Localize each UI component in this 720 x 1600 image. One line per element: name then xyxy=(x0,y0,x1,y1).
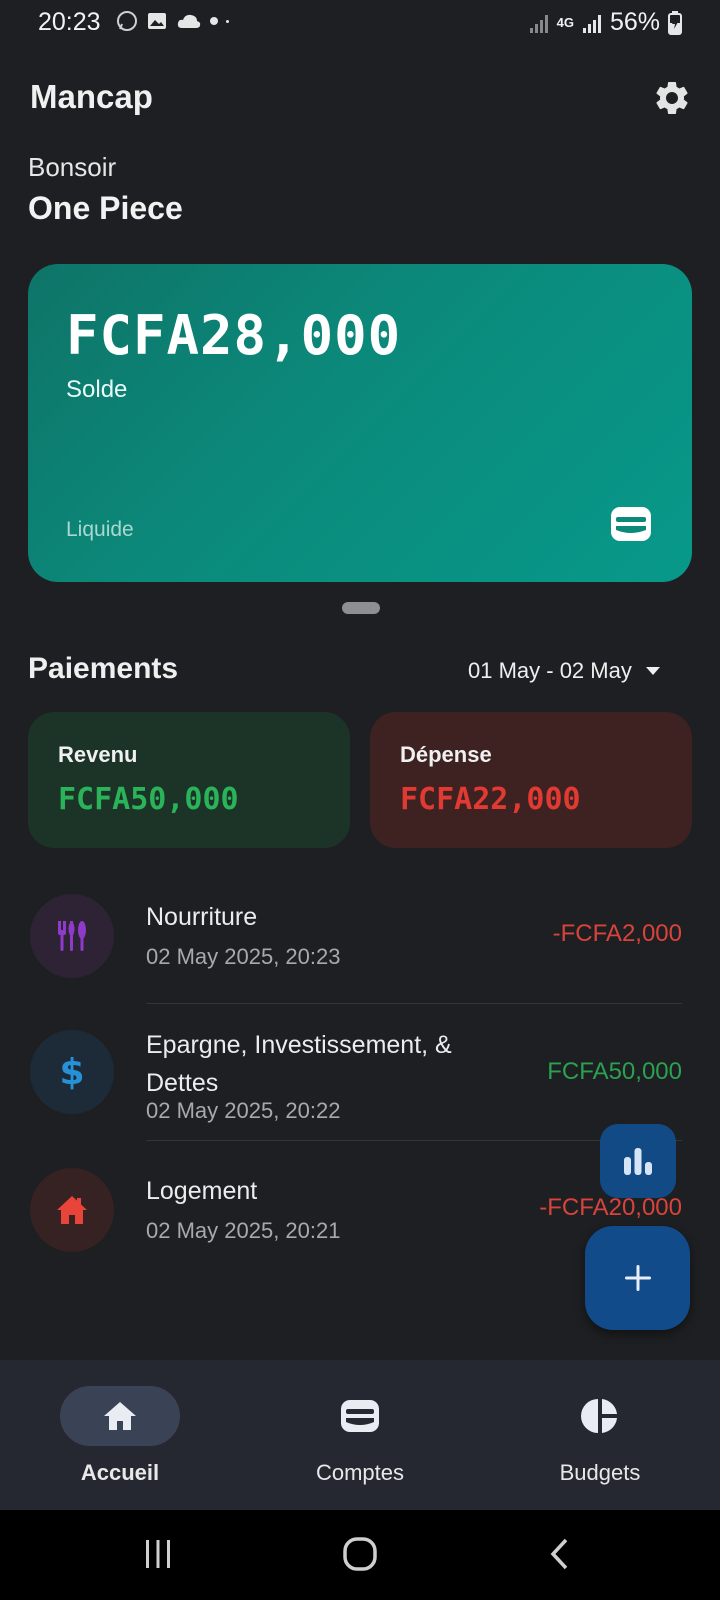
network-type: 4G xyxy=(556,15,574,30)
add-transaction-button[interactable] xyxy=(585,1226,690,1330)
transaction-date: 02 May 2025, 20:23 xyxy=(146,944,341,969)
transaction-icon-circle: $ xyxy=(30,1030,114,1114)
income-label: Revenu xyxy=(58,742,138,767)
back-icon[interactable] xyxy=(548,1538,572,1570)
nav-label-accueil: Accueil xyxy=(80,1460,160,1485)
income-summary-card[interactable]: Revenu FCFA50,000 xyxy=(28,712,350,848)
notification-dot-icon xyxy=(210,17,218,25)
fork-knife-icon xyxy=(58,921,86,951)
status-bar: 20:23 4G 56% xyxy=(0,0,720,48)
transaction-name: Logement xyxy=(146,1177,258,1205)
nav-label-budgets: Budgets xyxy=(559,1460,641,1485)
gallery-icon xyxy=(148,13,166,29)
pie-chart-icon xyxy=(581,1399,617,1433)
app-title: Mancap xyxy=(30,78,153,115)
balance-label: Solde xyxy=(66,376,128,403)
signal-strength-icon xyxy=(582,14,601,33)
wallet-icon xyxy=(611,507,651,541)
nav-pill xyxy=(540,1386,660,1446)
gear-icon xyxy=(656,81,688,114)
transaction-amount: -FCFA20,000 xyxy=(539,1194,682,1221)
transaction-divider xyxy=(146,1003,682,1004)
settings-button[interactable] xyxy=(652,78,692,118)
transaction-name: Epargne, Investissement, & Dettes xyxy=(146,1031,452,1097)
home-icon xyxy=(104,1402,136,1430)
transaction-amount: -FCFA2,000 xyxy=(552,920,682,947)
transaction-row[interactable]: Nourriture 02 May 2025, 20:23 -FCFA2,000 xyxy=(28,890,682,1010)
transaction-name: Nourriture xyxy=(146,903,258,931)
expense-summary-card[interactable]: Dépense FCFA22,000 xyxy=(370,712,692,848)
transaction-icon-circle xyxy=(30,894,114,978)
nav-pill xyxy=(300,1386,420,1446)
transaction-row[interactable]: Logement 02 May 2025, 20:21 -FCFA20,000 xyxy=(28,1164,682,1284)
whatsapp-icon xyxy=(117,11,137,31)
cloud-icon xyxy=(177,14,201,28)
chevron-down-icon xyxy=(645,667,660,675)
transaction-icon-circle xyxy=(30,1168,114,1252)
bar-chart-icon xyxy=(624,1148,652,1175)
expense-label: Dépense xyxy=(400,742,492,767)
wallet-icon xyxy=(341,1400,379,1432)
status-right: 4G 56% xyxy=(529,8,682,37)
transaction-date: 02 May 2025, 20:21 xyxy=(146,1218,341,1243)
transaction-row[interactable]: $ Epargne, Investissement, & Dettes 02 M… xyxy=(28,1026,682,1146)
balance-amount: FCFA28,000 xyxy=(66,304,402,367)
status-time: 20:23 xyxy=(38,8,101,36)
stats-button[interactable] xyxy=(600,1124,676,1198)
notification-dot-small-icon xyxy=(226,19,229,23)
plus-icon xyxy=(624,1265,651,1291)
greeting-text: Bonsoir xyxy=(28,152,117,182)
recent-apps-icon[interactable] xyxy=(142,1538,174,1570)
battery-percent: 56% xyxy=(609,8,660,36)
date-range-selector[interactable]: 01 May - 02 May xyxy=(468,658,660,684)
nav-item-comptes[interactable]: Comptes xyxy=(268,1360,508,1510)
payments-title: Paiements xyxy=(28,652,179,685)
transaction-date: 02 May 2025, 20:22 xyxy=(146,1098,341,1123)
card-pager-indicator[interactable] xyxy=(342,602,380,614)
expense-amount: FCFA22,000 xyxy=(400,782,581,817)
system-navigation-bar xyxy=(0,1510,720,1600)
user-name: One Piece xyxy=(28,190,183,226)
house-icon xyxy=(57,1196,87,1224)
status-left-icons xyxy=(116,10,229,32)
nav-item-accueil[interactable]: Accueil xyxy=(28,1360,268,1510)
income-amount: FCFA50,000 xyxy=(58,782,239,817)
dollar-icon: $ xyxy=(59,1051,85,1093)
signal-icon xyxy=(529,14,548,33)
battery-charging-icon xyxy=(668,10,682,35)
nav-item-budgets[interactable]: Budgets xyxy=(508,1360,720,1510)
nav-active-pill xyxy=(60,1386,180,1446)
account-type: Liquide xyxy=(66,518,134,541)
date-range-label: 01 May - 02 May xyxy=(468,658,632,683)
transaction-amount: FCFA50,000 xyxy=(547,1058,682,1085)
nav-label-comptes: Comptes xyxy=(315,1460,405,1485)
bottom-navigation: Accueil Comptes Budgets xyxy=(0,1360,720,1510)
balance-card[interactable]: FCFA28,000 Solde Liquide xyxy=(28,264,692,582)
home-circle-icon[interactable] xyxy=(342,1536,378,1572)
